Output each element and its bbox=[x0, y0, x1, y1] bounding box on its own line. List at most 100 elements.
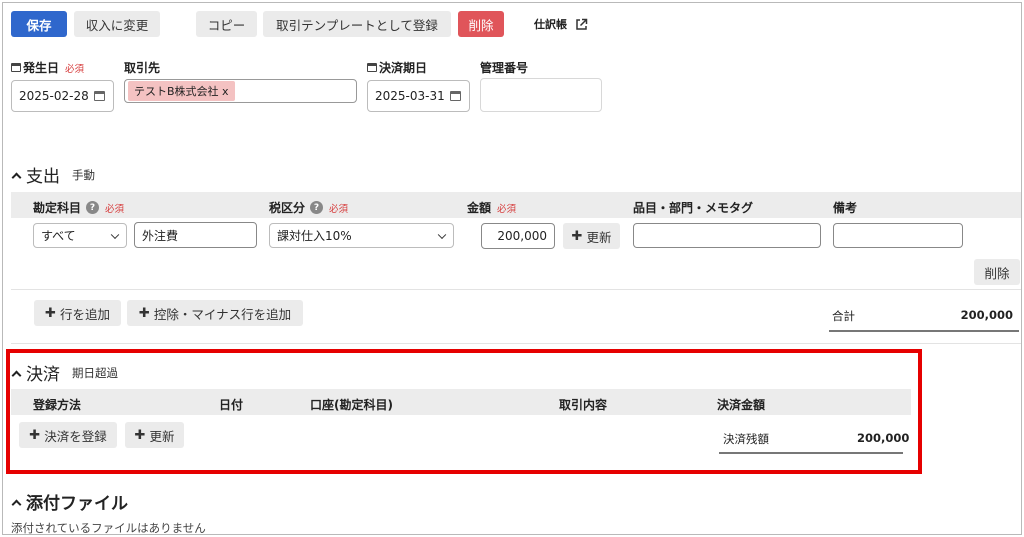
save-button[interactable]: 保存 bbox=[11, 11, 67, 37]
plus-icon: ✚ bbox=[45, 305, 56, 321]
account-column-header: 勘定科目 ? 必須 bbox=[33, 199, 124, 216]
partner-input[interactable]: テストB株式会社 x bbox=[124, 79, 357, 103]
due-date-value: 2025-03-31 bbox=[375, 89, 445, 103]
method-column-header: 登録方法 bbox=[33, 398, 82, 412]
settlement-update-label: 更新 bbox=[149, 428, 175, 444]
tax-column-header: 税区分 ? 必須 bbox=[269, 199, 348, 216]
amount-column-label: 金額 bbox=[467, 201, 492, 215]
due-date-input[interactable]: 2025-03-31 bbox=[367, 80, 470, 112]
settlement-section-toggle[interactable]: 決済 期日超過 bbox=[11, 360, 118, 385]
issue-date-label: 発生日 必須 bbox=[11, 59, 84, 76]
plus-icon: ✚ bbox=[138, 305, 150, 321]
external-link-icon bbox=[576, 18, 588, 30]
transaction-form: 保存 収入に変更 コピー 取引テンプレートとして登録 削除 仕訳帳 発生日 必須… bbox=[2, 2, 1022, 535]
amount-value: 200,000 bbox=[497, 229, 547, 243]
delete-button[interactable]: 削除 bbox=[458, 11, 504, 37]
add-row-label: 行を追加 bbox=[59, 306, 110, 322]
remaining-label: 決済残額 bbox=[723, 432, 769, 446]
issue-date-input[interactable]: 2025-02-28 bbox=[11, 80, 114, 112]
tax-column-label: 税区分 bbox=[269, 201, 306, 215]
divider bbox=[11, 343, 1021, 344]
required-mark: 必須 bbox=[65, 63, 85, 75]
delete-label: 削除 bbox=[468, 17, 494, 33]
tax-value: 課対仕入10% bbox=[277, 229, 352, 243]
register-settlement-label: 決済を登録 bbox=[44, 428, 107, 444]
settlement-status: 期日超過 bbox=[72, 365, 118, 380]
copy-label: コピー bbox=[207, 17, 246, 33]
attachments-title: 添付ファイル bbox=[26, 494, 128, 514]
change-to-income-label: 収入に変更 bbox=[85, 17, 149, 33]
calendar-icon bbox=[11, 63, 21, 72]
add-deduction-row-label: 控除・マイナス行を追加 bbox=[153, 306, 292, 322]
chevron-up-icon bbox=[11, 499, 22, 509]
account-column-label: 勘定科目 bbox=[33, 201, 82, 215]
journal-label: 仕訳帳 bbox=[534, 18, 567, 31]
remaining-underline bbox=[719, 452, 903, 454]
help-icon[interactable]: ? bbox=[310, 201, 324, 214]
amount-column-header: 金額 必須 bbox=[467, 199, 516, 216]
expense-update-label: 更新 bbox=[586, 229, 612, 245]
required-mark: 必須 bbox=[105, 203, 125, 215]
attachments-empty-message: 添付されているファイルはありません bbox=[11, 521, 206, 535]
settlement-account-column-header: 口座(勘定科目) bbox=[310, 398, 393, 412]
item-column-header: 品目・部門・メモタグ bbox=[633, 201, 754, 215]
control-number-input[interactable] bbox=[480, 78, 602, 112]
tax-select[interactable]: 課対仕入10% bbox=[269, 223, 454, 248]
add-row-button[interactable]: ✚ 行を追加 bbox=[34, 300, 121, 326]
total-label: 合計 bbox=[832, 309, 855, 323]
total-value: 200,000 bbox=[960, 308, 1013, 322]
required-mark: 必須 bbox=[497, 203, 517, 215]
journal-link[interactable]: 仕訳帳 bbox=[534, 16, 588, 32]
row-delete-button[interactable]: 削除 bbox=[974, 259, 1020, 285]
settlement-amount-column-header: 決済金額 bbox=[717, 398, 766, 412]
content-column-header: 取引内容 bbox=[559, 398, 608, 412]
account-input[interactable]: 外注費 bbox=[134, 222, 257, 248]
register-template-button[interactable]: 取引テンプレートとして登録 bbox=[263, 11, 451, 37]
chevron-down-icon bbox=[110, 230, 120, 239]
expense-update-button[interactable]: ✚ 更新 bbox=[563, 223, 620, 249]
amount-input[interactable]: 200,000 bbox=[481, 223, 555, 249]
item-input[interactable] bbox=[633, 223, 821, 248]
due-date-label-text: 決済期日 bbox=[379, 61, 428, 75]
change-to-income-button[interactable]: 収入に変更 bbox=[74, 11, 160, 37]
plus-icon: ✚ bbox=[571, 228, 583, 244]
plus-icon: ✚ bbox=[29, 427, 41, 443]
register-settlement-button[interactable]: ✚ 決済を登録 bbox=[19, 422, 117, 448]
required-mark: 必須 bbox=[329, 203, 349, 215]
total-underline bbox=[829, 330, 1019, 332]
add-deduction-row-button[interactable]: ✚ 控除・マイナス行を追加 bbox=[127, 300, 303, 326]
account-filter-value: すべて bbox=[41, 229, 76, 243]
copy-button[interactable]: コピー bbox=[196, 11, 257, 37]
calendar-picker-icon[interactable] bbox=[94, 91, 105, 101]
account-filter-select[interactable]: すべて bbox=[33, 223, 127, 248]
issue-date-label-text: 発生日 bbox=[23, 61, 60, 75]
chevron-up-icon bbox=[11, 172, 22, 182]
settlement-header-bar bbox=[11, 389, 911, 415]
due-date-label: 決済期日 bbox=[367, 59, 427, 76]
note-column-header: 備考 bbox=[833, 201, 858, 215]
divider bbox=[11, 289, 1021, 290]
account-value: 外注費 bbox=[142, 228, 179, 243]
settlement-title: 決済 bbox=[26, 365, 60, 385]
row-delete-label: 削除 bbox=[984, 265, 1010, 281]
note-input[interactable] bbox=[833, 223, 963, 248]
chevron-up-icon bbox=[11, 370, 22, 380]
partner-label: 取引先 bbox=[124, 61, 161, 75]
chevron-down-icon bbox=[437, 230, 447, 239]
save-label: 保存 bbox=[26, 17, 52, 33]
calendar-icon bbox=[367, 63, 377, 72]
partner-tag[interactable]: テストB株式会社 x bbox=[128, 81, 235, 101]
expense-mode: 手動 bbox=[72, 167, 95, 182]
issue-date-value: 2025-02-28 bbox=[19, 89, 89, 103]
remaining-value: 200,000 bbox=[857, 431, 910, 445]
control-number-label: 管理番号 bbox=[480, 61, 529, 75]
expense-title: 支出 bbox=[26, 167, 60, 187]
help-icon[interactable]: ? bbox=[86, 201, 100, 214]
date-column-header: 日付 bbox=[219, 398, 244, 412]
plus-icon: ✚ bbox=[134, 427, 146, 443]
attachments-section-toggle[interactable]: 添付ファイル bbox=[11, 489, 128, 514]
settlement-update-button[interactable]: ✚ 更新 bbox=[125, 422, 184, 448]
calendar-picker-icon[interactable] bbox=[450, 91, 461, 101]
expense-section-toggle[interactable]: 支出 手動 bbox=[11, 162, 95, 187]
register-template-label: 取引テンプレートとして登録 bbox=[276, 17, 438, 33]
